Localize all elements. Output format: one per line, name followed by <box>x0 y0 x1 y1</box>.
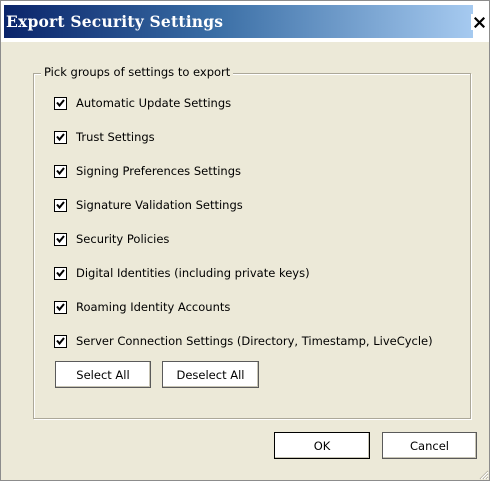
checkmark-icon <box>56 132 65 141</box>
checkbox-row-signature-validation[interactable]: Signature Validation Settings <box>54 197 243 213</box>
checkmark-icon <box>56 166 65 175</box>
checkbox-row-automatic-update[interactable]: Automatic Update Settings <box>54 95 231 111</box>
cancel-button[interactable]: Cancel <box>382 432 477 459</box>
deselect-all-button[interactable]: Deselect All <box>162 361 259 388</box>
close-icon <box>473 16 485 28</box>
checkbox-label: Trust Settings <box>76 130 155 144</box>
checkbox-row-server-connection[interactable]: Server Connection Settings (Directory, T… <box>54 333 433 349</box>
digital-identities-checkbox[interactable] <box>54 266 67 280</box>
checkbox-label: Digital Identities (including private ke… <box>76 266 310 280</box>
checkbox-label: Server Connection Settings (Directory, T… <box>76 334 433 348</box>
server-connection-checkbox[interactable] <box>54 334 67 348</box>
checkbox-label: Signing Preferences Settings <box>76 164 241 178</box>
resize-grip-icon[interactable] <box>477 465 489 480</box>
checkbox-label: Roaming Identity Accounts <box>76 300 231 314</box>
checkmark-icon <box>56 336 65 345</box>
roaming-identity-checkbox[interactable] <box>54 300 67 314</box>
close-button[interactable] <box>471 14 487 30</box>
signing-preferences-checkbox[interactable] <box>54 164 67 178</box>
checkbox-row-roaming-identity[interactable]: Roaming Identity Accounts <box>54 299 230 315</box>
checkmark-icon <box>56 98 65 107</box>
checkbox-row-trust[interactable]: Trust Settings <box>54 129 155 145</box>
checkmark-icon <box>56 268 65 277</box>
checkbox-label: Signature Validation Settings <box>76 198 243 212</box>
automatic-update-checkbox[interactable] <box>54 96 67 110</box>
checkbox-row-security-policies[interactable]: Security Policies <box>54 231 169 247</box>
checkmark-icon <box>56 200 65 209</box>
checkbox-row-digital-identities[interactable]: Digital Identities (including private ke… <box>54 265 310 281</box>
checkbox-row-signing-preferences[interactable]: Signing Preferences Settings <box>54 163 241 179</box>
title-bar[interactable]: Export Security Settings <box>1 1 489 42</box>
checkmark-icon <box>56 302 65 311</box>
export-security-settings-dialog: Export Security Settings Pick groups of … <box>0 0 490 481</box>
checkbox-label: Security Policies <box>76 232 170 246</box>
signature-validation-checkbox[interactable] <box>54 198 67 212</box>
trust-settings-checkbox[interactable] <box>54 130 67 144</box>
select-all-button[interactable]: Select All <box>55 361 151 388</box>
ok-button[interactable]: OK <box>274 432 370 459</box>
checkmark-icon <box>56 234 65 243</box>
security-policies-checkbox[interactable] <box>54 232 67 246</box>
groupbox-legend: Pick groups of settings to export <box>41 65 234 79</box>
dialog-title: Export Security Settings <box>6 12 224 31</box>
checkbox-label: Automatic Update Settings <box>76 96 232 110</box>
